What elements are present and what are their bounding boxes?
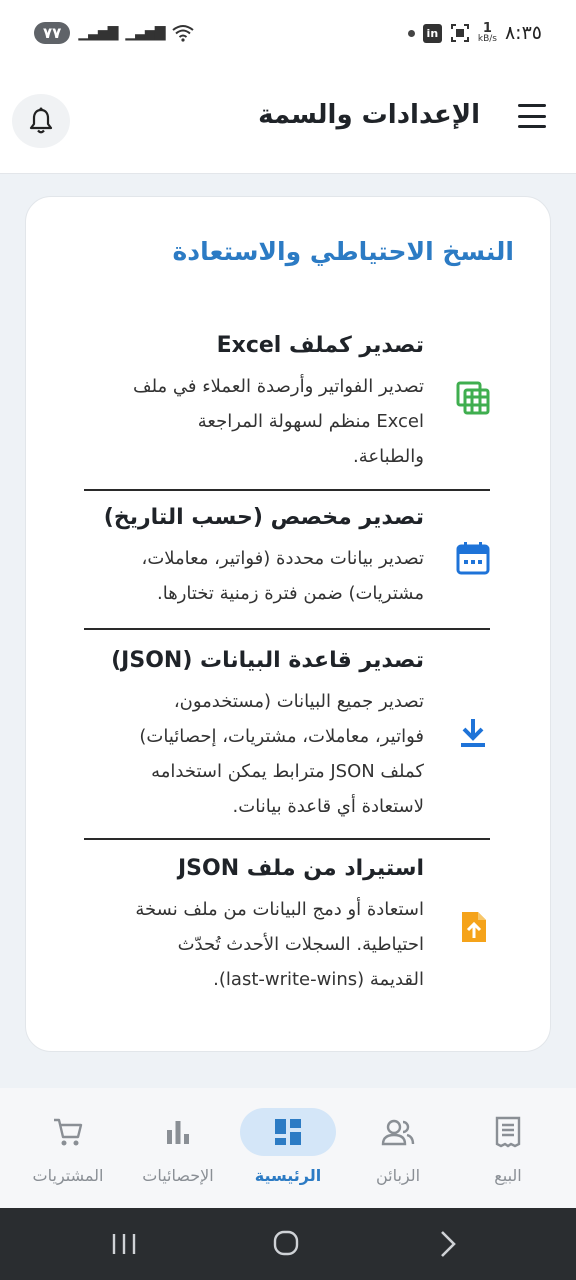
section-title: النسخ الاحتياطي والاستعادة — [172, 237, 514, 266]
spreadsheet-icon — [456, 381, 490, 415]
screen-capture-icon — [450, 24, 469, 42]
nav-pill — [130, 1108, 226, 1156]
nav-pill — [20, 1108, 116, 1156]
menu-icon-line — [518, 114, 546, 118]
download-icon — [461, 719, 485, 747]
export-excel-option[interactable]: تصدير كملف Excel تصدير الفواتير وأرصدة ا… — [84, 321, 490, 491]
back-icon[interactable] — [428, 1228, 468, 1260]
option-description: تصدير بيانات محددة (فواتير، معاملات، مشت… — [84, 541, 424, 611]
description-line: كملف JSON مترابط يمكن استخدامه — [151, 761, 424, 782]
option-title: تصدير كملف Excel — [216, 333, 424, 358]
nav-pill-active — [240, 1108, 336, 1156]
bell-icon — [29, 107, 53, 134]
description-line: استعادة أو دمج البيانات من ملف نسخة — [135, 899, 424, 920]
description-line: تصدير جميع البيانات (مستخدمون، — [173, 691, 424, 712]
bar-chart-icon — [167, 1121, 189, 1144]
option-title: استيراد من ملف JSON — [177, 856, 424, 881]
description-line: لاستعادة أي قاعدة بيانات. — [232, 796, 424, 817]
signal-icon: ▁▃▅▇ — [78, 25, 118, 41]
nav-label: البيع — [494, 1166, 522, 1185]
menu-icon-line — [518, 125, 546, 128]
export-custom-date-option[interactable]: تصدير مخصص (حسب التاريخ) تصدير بيانات مح… — [84, 491, 490, 630]
description-line: تصدير بيانات محددة (فواتير، معاملات، — [141, 548, 424, 569]
nav-item-customers[interactable]: الزبائن — [348, 1108, 448, 1192]
notification-dot-icon — [407, 29, 415, 37]
description-line: احتياطية. السجلات الأحدث تُحدّث — [177, 934, 424, 955]
app-bar: الإعدادات والسمة — [0, 66, 576, 174]
battery-indicator: ٧٧ — [34, 22, 71, 44]
export-json-option[interactable]: تصدير قاعدة البيانات (JSON) تصدير جميع ا… — [84, 630, 490, 840]
home-icon[interactable] — [266, 1228, 306, 1260]
option-title: تصدير قاعدة البيانات (JSON) — [111, 648, 424, 673]
option-description: تصدير الفواتير وأرصدة العملاء في ملف Exc… — [84, 369, 424, 474]
status-right: in 1 kB/s ٨:٣٥ — [407, 22, 542, 44]
cart-icon — [54, 1118, 83, 1146]
option-title: تصدير مخصص (حسب التاريخ) — [103, 505, 424, 530]
option-description: استعادة أو دمج البيانات من ملف نسخة احتي… — [84, 892, 424, 997]
option-description: تصدير جميع البيانات (مستخدمون، فواتير، م… — [84, 684, 424, 824]
wifi-icon — [172, 25, 195, 42]
network-speed-unit: kB/s — [477, 34, 497, 44]
nav-item-statistics[interactable]: الإحصائيات — [128, 1108, 228, 1192]
nav-pill — [350, 1108, 446, 1156]
bottom-navigation: البيع الزبائن الرئيسية الإحصائيات المشتر… — [0, 1088, 576, 1208]
page-title: الإعدادات والسمة — [258, 100, 480, 130]
network-speed: 1 kB/s — [478, 22, 497, 44]
import-json-option[interactable]: استيراد من ملف JSON استعادة أو دمج البيا… — [84, 840, 490, 1010]
notifications-button[interactable] — [12, 94, 70, 148]
nav-pill — [460, 1108, 556, 1156]
status-left: ٧٧ ▁▃▅▇ ▁▃▅▇ — [34, 22, 195, 44]
nav-label: الزبائن — [375, 1166, 421, 1185]
description-line: مشتريات) ضمن فترة زمنية تختارها. — [157, 583, 424, 604]
menu-button[interactable] — [518, 104, 546, 128]
linkedin-icon: in — [422, 23, 442, 43]
nav-item-home[interactable]: الرئيسية — [238, 1108, 338, 1192]
description-line: Excel منظم لسهولة المراجعة — [197, 411, 424, 432]
nav-item-purchases[interactable]: المشتريات — [18, 1108, 118, 1192]
system-navigation-bar — [0, 1208, 576, 1280]
receipt-icon — [495, 1116, 521, 1148]
signal-icon-2: ▁▃▅▇ — [125, 25, 165, 41]
description-line: فواتير، معاملات، مشتريات، إحصائيات) — [139, 726, 424, 747]
description-line: تصدير الفواتير وأرصدة العملاء في ملف — [132, 376, 424, 397]
menu-icon-line — [518, 104, 546, 107]
description-line: والطباعة. — [353, 446, 424, 467]
description-line: القديمة (last-write-wins). — [213, 969, 424, 990]
calendar-icon — [456, 542, 490, 575]
people-icon — [381, 1119, 415, 1146]
nav-item-sales[interactable]: البيع — [458, 1108, 558, 1192]
backup-card: النسخ الاحتياطي والاستعادة تصدير كملف Ex… — [25, 196, 551, 1052]
dashboard-icon — [275, 1119, 301, 1145]
nav-label: الإحصائيات — [142, 1166, 214, 1185]
clock: ٨:٣٥ — [504, 22, 542, 44]
recent-apps-icon[interactable] — [104, 1228, 144, 1260]
nav-label: الرئيسية — [254, 1166, 322, 1185]
status-bar: ٧٧ ▁▃▅▇ ▁▃▅▇ in 1 kB/s ٨:٣٥ — [0, 0, 576, 66]
file-upload-icon — [462, 912, 486, 942]
nav-label: المشتريات — [32, 1166, 104, 1185]
